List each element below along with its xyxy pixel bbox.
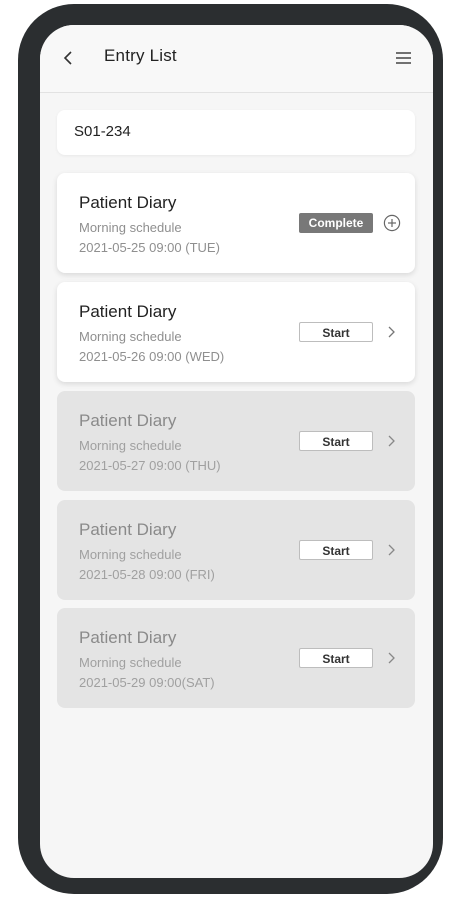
start-button[interactable]: Start <box>299 648 373 668</box>
entry-card[interactable]: Patient Diary Morning schedule 2021-05-2… <box>57 608 415 708</box>
entry-card[interactable]: Patient Diary Morning schedule 2021-05-2… <box>57 500 415 600</box>
start-button[interactable]: Start <box>299 540 373 560</box>
entry-card[interactable]: Patient Diary Morning schedule 2021-05-2… <box>57 173 415 273</box>
start-button[interactable]: Start <box>299 322 373 342</box>
subject-id: S01-234 <box>74 123 131 140</box>
entry-datetime: 2021-05-27 09:00 (THU) <box>79 458 221 473</box>
entry-datetime: 2021-05-25 09:00 (TUE) <box>79 240 220 255</box>
entry-card[interactable]: Patient Diary Morning schedule 2021-05-2… <box>57 391 415 491</box>
subject-id-field: S01-234 <box>57 110 415 155</box>
entry-schedule: Morning schedule <box>79 655 182 670</box>
plus-circle-icon[interactable] <box>383 214 401 232</box>
entry-schedule: Morning schedule <box>79 329 182 344</box>
page-title: Entry List <box>104 46 177 65</box>
app-header: Entry List <box>40 25 433 93</box>
start-button[interactable]: Start <box>299 431 373 451</box>
entry-datetime: 2021-05-29 09:00(SAT) <box>79 675 215 690</box>
entry-schedule: Morning schedule <box>79 547 182 562</box>
entry-title: Patient Diary <box>79 302 177 321</box>
hamburger-menu-icon[interactable] <box>396 51 411 65</box>
chevron-right-icon[interactable] <box>383 541 401 559</box>
chevron-right-icon[interactable] <box>383 323 401 341</box>
entry-title: Patient Diary <box>79 628 177 647</box>
chevron-left-icon[interactable] <box>60 47 76 69</box>
entry-card[interactable]: Patient Diary Morning schedule 2021-05-2… <box>57 282 415 382</box>
entry-schedule: Morning schedule <box>79 220 182 235</box>
entry-datetime: 2021-05-28 09:00 (FRI) <box>79 567 215 582</box>
entry-datetime: 2021-05-26 09:00 (WED) <box>79 349 225 364</box>
entry-title: Patient Diary <box>79 520 177 539</box>
entry-title: Patient Diary <box>79 411 177 430</box>
entry-schedule: Morning schedule <box>79 438 182 453</box>
phone-screen: Entry List S01-234 Patient Diary Morning… <box>40 25 433 878</box>
chevron-right-icon[interactable] <box>383 649 401 667</box>
chevron-right-icon[interactable] <box>383 432 401 450</box>
entry-title: Patient Diary <box>79 193 177 212</box>
complete-badge[interactable]: Complete <box>299 213 373 233</box>
